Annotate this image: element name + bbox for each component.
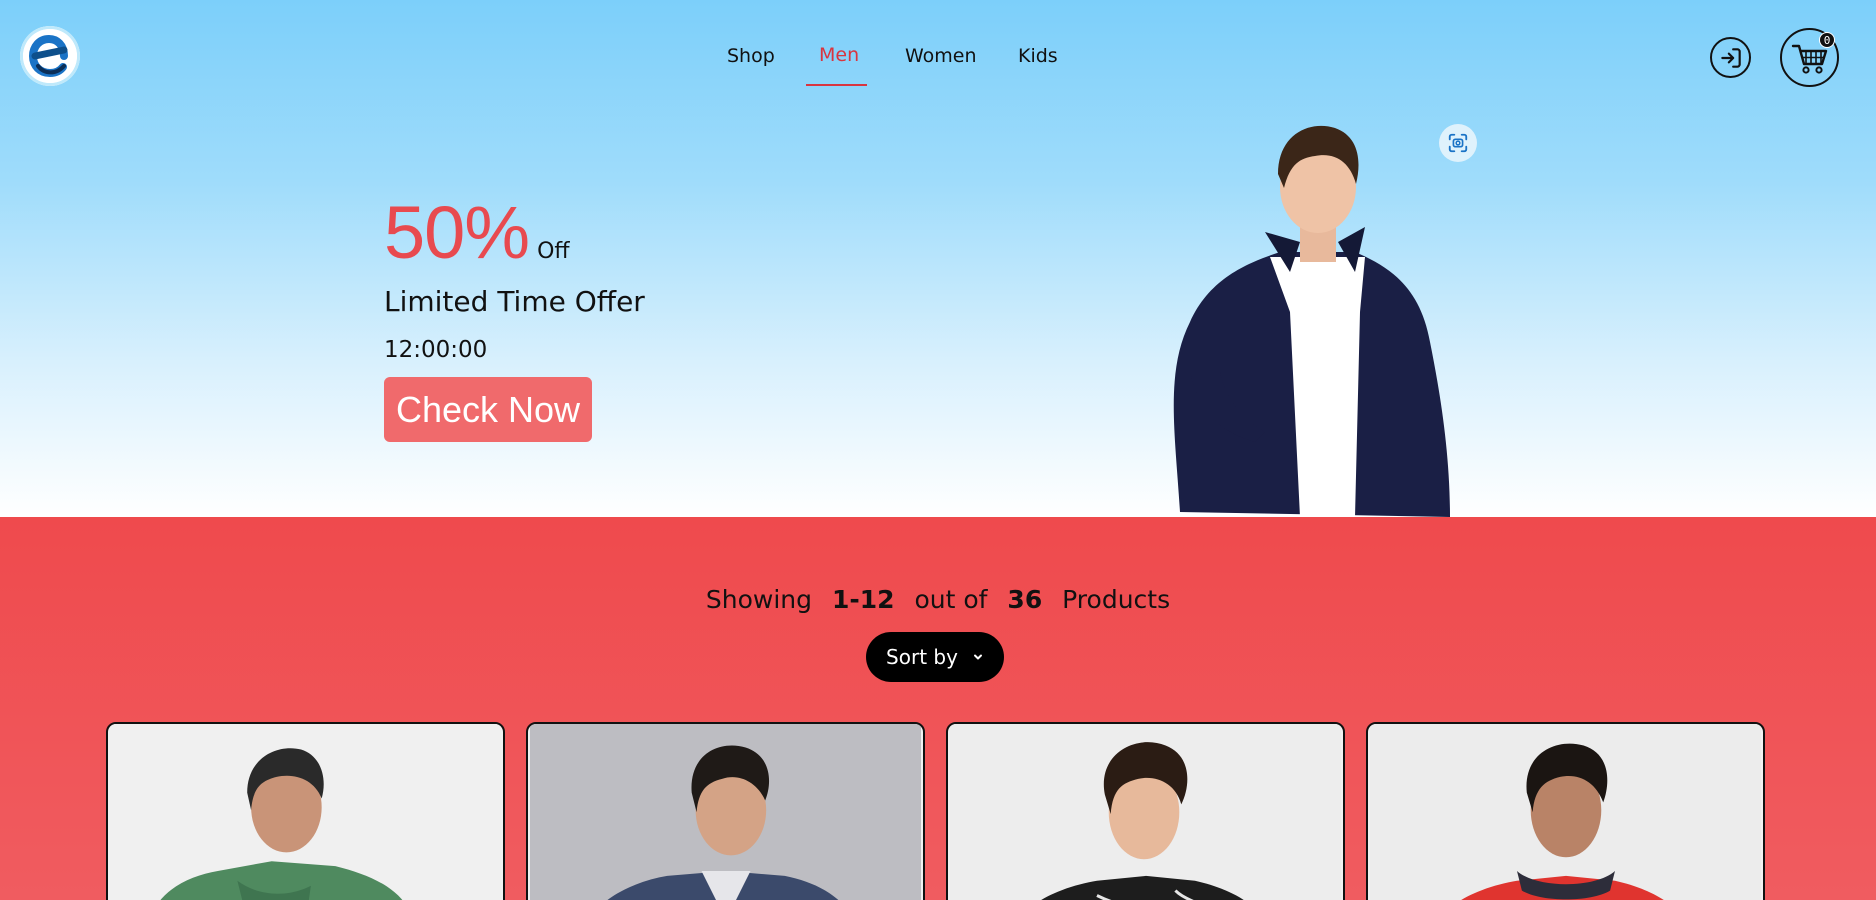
cart-count-badge: 0 <box>1819 32 1835 48</box>
product-card-2[interactable] <box>526 722 925 900</box>
out-of-label: out of <box>914 585 988 614</box>
nav-item-women[interactable]: Women <box>905 45 977 67</box>
results-count: Showing 1-12 out of 36 Products <box>0 585 1876 614</box>
offer-title: Limited Time Offer <box>384 285 645 318</box>
nav-item-men[interactable]: Men <box>819 44 859 66</box>
main-nav: Shop Men Women Kids <box>0 0 1876 90</box>
hero-banner: Shop Men Women Kids 0 50% Off Limited Tim… <box>0 0 1876 517</box>
hero-model-image <box>1173 125 1450 517</box>
nav-item-shop[interactable]: Shop <box>727 45 775 67</box>
cart-button[interactable]: 0 <box>1780 28 1839 87</box>
showing-label: Showing <box>705 585 812 614</box>
sort-label: Sort by <box>886 645 958 669</box>
product-card-1[interactable] <box>106 722 505 900</box>
countdown-timer: 12:00:00 <box>384 337 488 363</box>
products-label: Products <box>1062 585 1171 614</box>
results-total: 36 <box>1007 585 1043 614</box>
visual-search-icon <box>1448 133 1468 153</box>
discount-percent: 50% <box>384 191 530 274</box>
chevron-down-icon <box>973 654 982 660</box>
visual-search-button[interactable] <box>1439 124 1477 162</box>
login-icon <box>1720 47 1741 68</box>
product-image <box>1369 724 1762 900</box>
product-image <box>109 724 502 900</box>
sort-dropdown[interactable]: Sort by <box>866 632 1004 682</box>
product-image <box>529 724 922 900</box>
product-image <box>949 724 1342 900</box>
check-now-button[interactable]: Check Now <box>384 377 592 442</box>
active-nav-underline <box>806 84 867 86</box>
discount-line: 50% Off <box>384 190 570 275</box>
product-card-4[interactable] <box>1366 722 1765 900</box>
discount-suffix: Off <box>537 239 570 264</box>
login-button[interactable] <box>1710 37 1751 78</box>
product-listing-section: Showing 1-12 out of 36 Products Sort by <box>0 517 1876 900</box>
results-range: 1-12 <box>831 585 895 614</box>
nav-item-kids[interactable]: Kids <box>1018 45 1058 67</box>
product-card-3[interactable] <box>946 722 1345 900</box>
